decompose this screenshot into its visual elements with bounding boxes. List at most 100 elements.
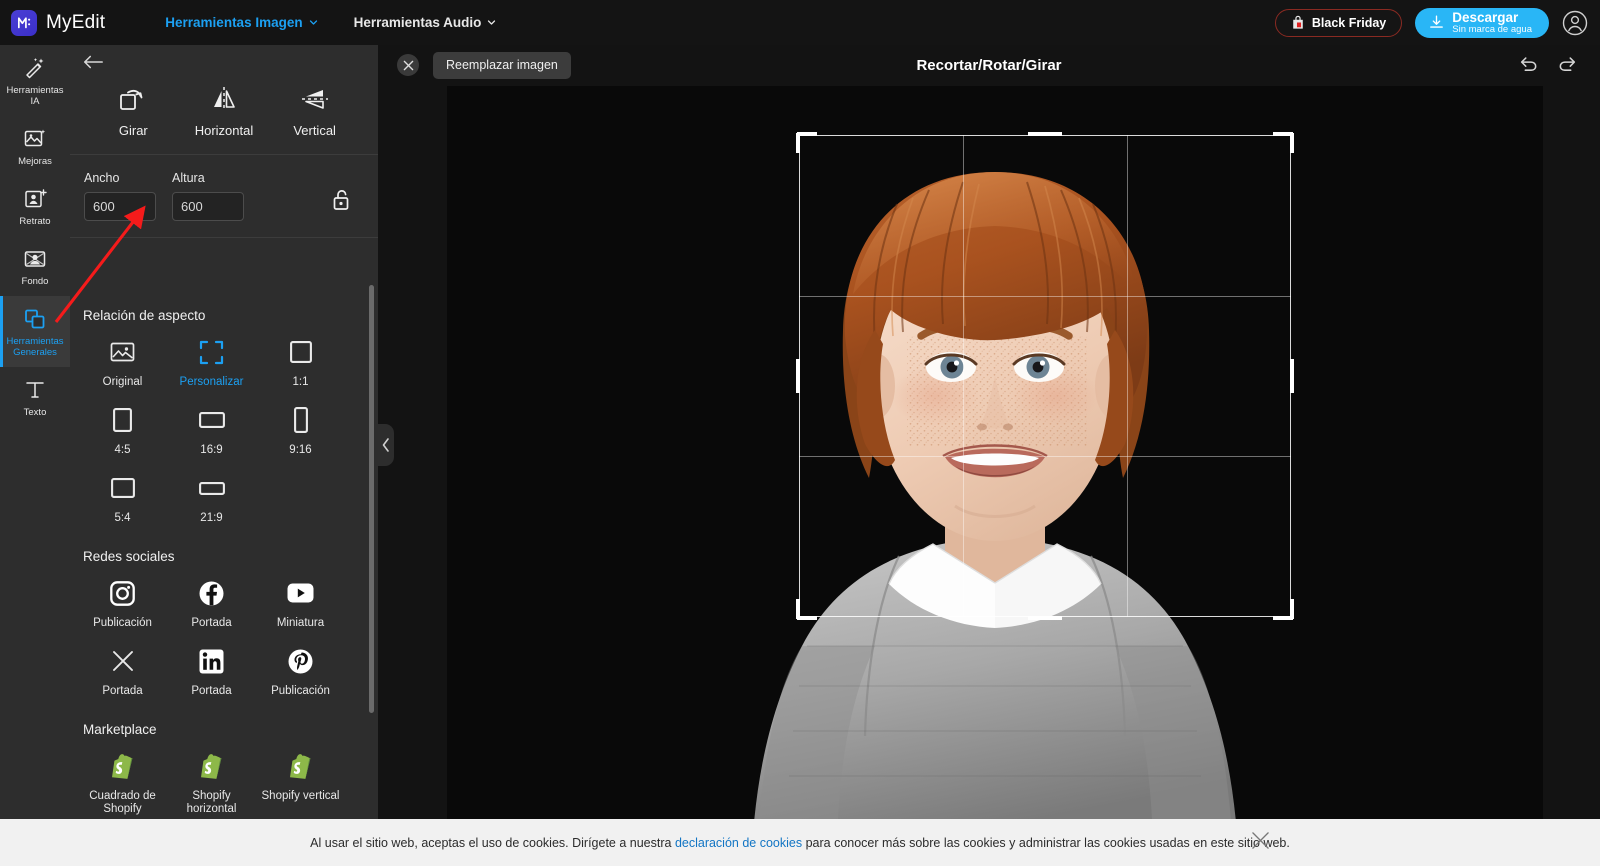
social-label: Publicación bbox=[93, 617, 152, 629]
social-pinterest[interactable]: Publicación bbox=[256, 636, 345, 704]
image-enhance-icon bbox=[24, 129, 46, 147]
panel-scrollbar-thumb[interactable] bbox=[369, 285, 374, 713]
rail-item-label: Texto bbox=[23, 407, 47, 418]
download-sublabel: Sin marca de agua bbox=[1452, 23, 1532, 35]
rail-item-label: Retrato bbox=[19, 216, 51, 227]
redo-button[interactable] bbox=[1558, 54, 1578, 77]
rail-item-mejoras[interactable]: Mejoras bbox=[0, 116, 70, 176]
text-icon bbox=[26, 382, 44, 398]
rail-item-fondo[interactable]: Fondo bbox=[0, 236, 70, 296]
portrait-icon bbox=[25, 189, 47, 208]
youtube-icon bbox=[287, 578, 314, 608]
original-image-icon bbox=[110, 337, 135, 367]
square-icon bbox=[289, 337, 312, 367]
nav-herramientas-audio[interactable]: Herramientas Audio bbox=[354, 15, 497, 30]
custom-crop-icon bbox=[199, 337, 224, 367]
aspect-1-1[interactable]: 1:1 bbox=[256, 327, 345, 395]
marketplace-label: Shopify vertical bbox=[261, 790, 340, 802]
redo-icon bbox=[1559, 56, 1576, 71]
aspect-5-4[interactable]: 5:4 bbox=[78, 463, 167, 531]
marketplace-shopify-square[interactable]: Cuadrado de Shopify bbox=[78, 741, 167, 819]
aspect-label: 5:4 bbox=[114, 512, 131, 524]
social-instagram[interactable]: Publicación bbox=[78, 568, 167, 636]
social-youtube[interactable]: Miniatura bbox=[256, 568, 345, 636]
size-row: Ancho Altura bbox=[70, 155, 378, 238]
rail-item-label: Herramientas Generales bbox=[6, 336, 64, 358]
aspect-label: 4:5 bbox=[114, 444, 131, 456]
rail-item-herramientas-ia[interactable]: Herramientas IA bbox=[0, 45, 70, 116]
crop-handle-top-center[interactable] bbox=[1028, 132, 1062, 136]
replace-image-button[interactable]: Reemplazar imagen bbox=[433, 51, 571, 79]
crop-handle-bottom-left[interactable] bbox=[797, 616, 817, 620]
aspect-21-9[interactable]: 21:9 bbox=[167, 463, 256, 531]
social-linkedin[interactable]: Portada bbox=[167, 636, 256, 704]
social-facebook[interactable]: Portada bbox=[167, 568, 256, 636]
aspect-9-16[interactable]: 9:16 bbox=[256, 395, 345, 463]
flip-vertical-label: Vertical bbox=[293, 123, 336, 138]
chevron-down-icon bbox=[488, 20, 496, 25]
canvas-stage[interactable] bbox=[378, 85, 1600, 819]
rail-item-texto[interactable]: Texto bbox=[0, 367, 70, 427]
social-x[interactable]: Portada bbox=[78, 636, 167, 704]
flip-vertical-icon bbox=[301, 90, 328, 109]
myedit-app: MyEdit Herramientas Imagen Herramientas … bbox=[0, 0, 1600, 866]
crop-handle-middle-left[interactable] bbox=[796, 359, 800, 393]
rotate-button[interactable]: Girar bbox=[90, 85, 176, 138]
history-controls bbox=[1518, 54, 1578, 77]
crop-handle-top-left-v[interactable] bbox=[796, 133, 800, 153]
brand[interactable]: MyEdit bbox=[11, 9, 105, 36]
cookie-close-button[interactable] bbox=[1251, 831, 1270, 855]
aspect-16-9[interactable]: 16:9 bbox=[167, 395, 256, 463]
close-icon bbox=[1252, 831, 1269, 849]
marketplace-section-title: Marketplace bbox=[83, 722, 157, 737]
crop-handle-bottom-right-v[interactable] bbox=[1290, 599, 1294, 619]
ultrawide-rect-icon bbox=[198, 473, 225, 503]
rotate-icon bbox=[120, 89, 143, 110]
rail-item-label: Herramientas IA bbox=[6, 85, 64, 107]
panel-back-button[interactable] bbox=[70, 45, 378, 79]
rail-item-retrato[interactable]: Retrato bbox=[0, 176, 70, 236]
portrait-photo[interactable] bbox=[447, 86, 1543, 819]
social-label: Portada bbox=[102, 685, 143, 697]
cookie-policy-link[interactable]: declaración de cookies bbox=[675, 836, 802, 850]
aspect-4-5[interactable]: 4:5 bbox=[78, 395, 167, 463]
download-button[interactable]: Descargar Sin marca de agua bbox=[1415, 7, 1549, 38]
aspect-lock-button[interactable] bbox=[332, 188, 352, 217]
crop-handle-bottom-center[interactable] bbox=[1028, 616, 1062, 620]
aspect-label: 21:9 bbox=[200, 512, 223, 524]
black-friday-button[interactable]: Black Friday bbox=[1274, 8, 1403, 37]
wide-rect-icon bbox=[198, 405, 225, 435]
panel-scroll-area[interactable]: Relación de aspecto Original Personaliza… bbox=[70, 290, 378, 819]
undo-button[interactable] bbox=[1518, 54, 1538, 77]
left-rail: Herramientas IA Mejoras Retrato Fondo He… bbox=[0, 45, 70, 866]
aspect-original[interactable]: Original bbox=[78, 327, 167, 395]
width-input[interactable] bbox=[84, 192, 156, 221]
crop-handle-middle-right[interactable] bbox=[1290, 359, 1294, 393]
back-arrow-icon bbox=[83, 55, 103, 69]
marketplace-shopify-horizontal[interactable]: Shopify horizontal bbox=[167, 741, 256, 819]
crop-handle-top-left[interactable] bbox=[797, 132, 817, 136]
flip-horizontal-button[interactable]: Horizontal bbox=[181, 85, 267, 138]
nav-herramientas-audio-label: Herramientas Audio bbox=[353, 15, 482, 30]
rail-item-herramientas-generales[interactable]: Herramientas Generales bbox=[0, 296, 70, 367]
marketplace-label: Shopify horizontal bbox=[186, 790, 237, 815]
cookie-banner: Al usar el sitio web, aceptas el uso de … bbox=[0, 819, 1600, 866]
rotate-label: Girar bbox=[118, 123, 148, 138]
panel-scrollbar[interactable] bbox=[369, 285, 374, 715]
crop-overlay[interactable] bbox=[796, 132, 1294, 620]
height-input[interactable] bbox=[172, 192, 244, 221]
magic-wand-icon bbox=[26, 58, 44, 79]
flip-vertical-button[interactable]: Vertical bbox=[272, 85, 358, 138]
account-button[interactable] bbox=[1562, 10, 1588, 36]
aspect-personalizar[interactable]: Personalizar bbox=[167, 327, 256, 395]
nav-herramientas-imagen[interactable]: Herramientas Imagen bbox=[165, 15, 317, 30]
close-editor-button[interactable] bbox=[397, 54, 419, 76]
marketplace-shopify-vertical[interactable]: Shopify vertical bbox=[256, 741, 345, 819]
main-nav: Herramientas Imagen Herramientas Audio bbox=[165, 15, 496, 30]
crop-handle-top-right-v[interactable] bbox=[1290, 133, 1294, 153]
undo-icon bbox=[1520, 56, 1537, 71]
crop-handle-bottom-left-v[interactable] bbox=[796, 599, 800, 619]
panel-collapse-button[interactable] bbox=[378, 424, 394, 466]
crop-grid-line-v1 bbox=[962, 135, 964, 617]
instagram-icon bbox=[110, 578, 135, 608]
